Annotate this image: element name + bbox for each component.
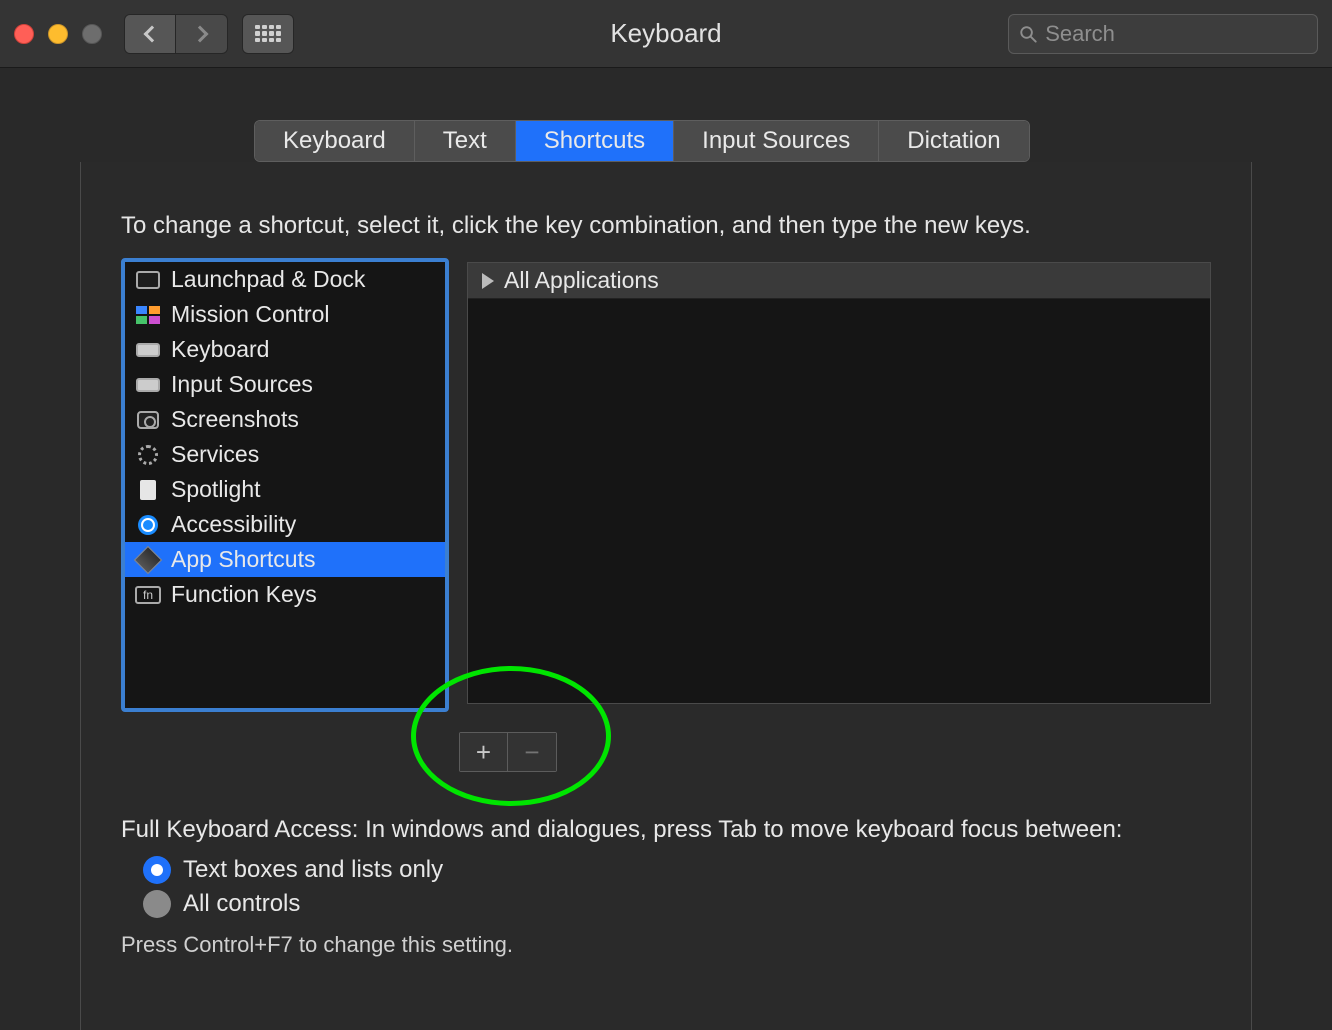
app-icon [135,551,161,569]
tab-bar: Keyboard Text Shortcuts Input Sources Di… [254,120,1030,162]
camera-icon [135,411,161,429]
sidebar-item-spotlight[interactable]: Spotlight [125,472,445,507]
sidebar-item-app-shortcuts[interactable]: App Shortcuts [125,542,445,577]
shortcut-group-label: All Applications [504,267,659,294]
fn-key-icon: fn [135,586,161,604]
grid-icon [255,25,281,43]
sidebar-item-label: Accessibility [171,511,296,538]
sidebar-item-label: Keyboard [171,336,269,363]
keyboard-icon [135,341,161,359]
chevron-right-icon [191,25,208,42]
sidebar-item-accessibility[interactable]: Accessibility [125,507,445,542]
sidebar-item-label: Spotlight [171,476,261,503]
full-keyboard-access-radio-group: Text boxes and lists only All controls [143,856,1211,918]
radio-label: All controls [183,890,300,918]
radio-button-icon [143,856,171,884]
full-keyboard-access-label: Full Keyboard Access: In windows and dia… [121,816,1211,844]
input-sources-icon [135,376,161,394]
radio-all-controls[interactable]: All controls [143,890,1211,918]
title-bar: Keyboard [0,0,1332,68]
zoom-window-button[interactable] [82,24,102,44]
shortcut-list[interactable]: All Applications [467,262,1211,704]
tab-input-sources[interactable]: Input Sources [674,121,879,161]
sidebar-item-label: Launchpad & Dock [171,266,365,293]
tab-dictation[interactable]: Dictation [879,121,1028,161]
minimize-window-button[interactable] [48,24,68,44]
shortcuts-panel: To change a shortcut, select it, click t… [80,162,1252,1030]
chevron-left-icon [144,25,161,42]
radio-label: Text boxes and lists only [183,856,443,884]
sidebar-item-label: Services [171,441,259,468]
radio-button-icon [143,890,171,918]
sidebar-item-screenshots[interactable]: Screenshots [125,402,445,437]
sidebar-item-function-keys[interactable]: fn Function Keys [125,577,445,612]
accessibility-icon [135,516,161,534]
back-button[interactable] [124,14,176,54]
sidebar-item-label: Function Keys [171,581,317,608]
instruction-text: To change a shortcut, select it, click t… [121,212,1211,240]
remove-shortcut-button[interactable]: − [508,733,556,771]
sidebar-item-label: App Shortcuts [171,546,315,573]
show-all-prefs-button[interactable] [242,14,294,54]
traffic-lights [14,24,102,44]
document-icon [135,481,161,499]
close-window-button[interactable] [14,24,34,44]
shortcut-group-row-all-applications[interactable]: All Applications [468,263,1210,299]
forward-button[interactable] [176,14,228,54]
category-sidebar[interactable]: Launchpad & Dock Mission Control Keyboar… [121,258,449,712]
search-field-wrap[interactable] [1008,14,1318,54]
control-f7-hint: Press Control+F7 to change this setting. [121,932,1211,958]
sidebar-item-launchpad-dock[interactable]: Launchpad & Dock [125,262,445,297]
sidebar-item-label: Input Sources [171,371,313,398]
add-remove-control: + − [459,732,557,772]
sidebar-item-label: Screenshots [171,406,299,433]
add-shortcut-button[interactable]: + [460,733,508,771]
sidebar-item-keyboard[interactable]: Keyboard [125,332,445,367]
sidebar-item-mission-control[interactable]: Mission Control [125,297,445,332]
search-icon [1019,24,1037,44]
tab-text[interactable]: Text [415,121,516,161]
search-input[interactable] [1045,21,1307,47]
launchpad-icon [135,271,161,289]
tab-shortcuts[interactable]: Shortcuts [516,121,674,161]
gear-icon [135,446,161,464]
radio-text-boxes-lists[interactable]: Text boxes and lists only [143,856,1211,884]
sidebar-item-label: Mission Control [171,301,330,328]
mission-control-icon [135,306,161,324]
sidebar-item-input-sources[interactable]: Input Sources [125,367,445,402]
sidebar-item-services[interactable]: Services [125,437,445,472]
tab-keyboard[interactable]: Keyboard [255,121,415,161]
disclosure-triangle-icon[interactable] [482,273,494,289]
